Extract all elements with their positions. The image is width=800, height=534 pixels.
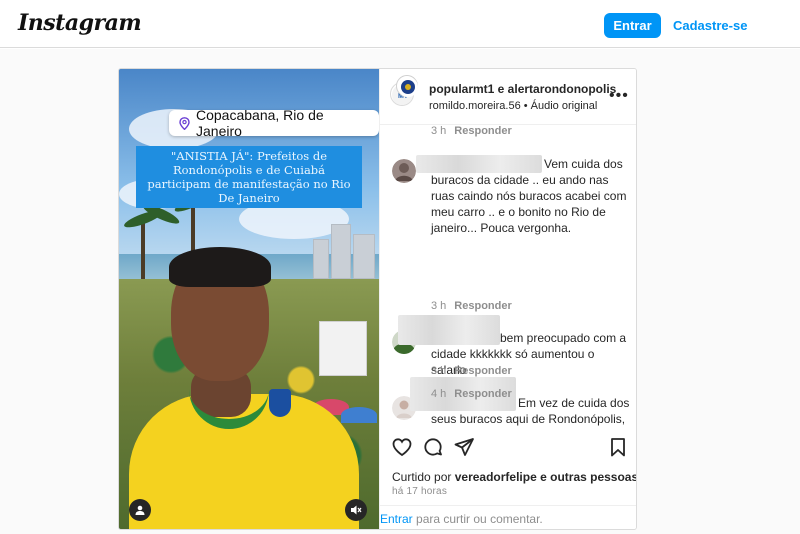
- comment-meta: 3 h Responder: [431, 300, 512, 312]
- shirt-crest: [269, 389, 291, 417]
- location-label: Copacabana, Rio de Janeiro: [196, 107, 324, 139]
- login-prompt-text: para curtir ou comentar.: [416, 512, 543, 526]
- blurred-username: [416, 155, 542, 173]
- comment-meta: 4 h Responder: [431, 388, 512, 400]
- top-navigation-bar: Instagram Entrar Cadastre-se: [0, 0, 800, 48]
- blurred-username: [398, 315, 500, 345]
- liked-user-link[interactable]: vereadorfelipe: [455, 470, 537, 484]
- video-buildings: [309, 219, 379, 279]
- reply-button[interactable]: Responder: [454, 125, 511, 137]
- comment-text-first-line: Em vez de cuida dos: [518, 396, 630, 410]
- post-sidebar: MT popularmt1 e alertarondonopolis romil…: [379, 69, 636, 529]
- post-actions: [380, 427, 636, 467]
- video-caption-banner: "ANISTIA JÁ": Prefeitos de Rondonópolis …: [136, 146, 362, 208]
- reply-button[interactable]: Responder: [454, 365, 511, 377]
- more-options-icon[interactable]: •••: [609, 87, 629, 105]
- post-video[interactable]: Copacabana, Rio de Janeiro "ANISTIA JÁ":…: [119, 69, 379, 529]
- building: [313, 239, 329, 279]
- comment-bubble-icon[interactable]: [422, 436, 444, 458]
- post-timestamp[interactable]: há 17 horas: [392, 486, 447, 497]
- save-bookmark-icon[interactable]: [607, 436, 629, 458]
- liked-prefix: Curtido por: [392, 470, 452, 484]
- location-pin-icon: [179, 116, 190, 130]
- like-heart-icon[interactable]: [391, 436, 413, 458]
- umbrella: [341, 407, 377, 423]
- comment-meta: 3 h Responder: [431, 365, 512, 377]
- building: [331, 224, 351, 279]
- post-accounts-title[interactable]: popularmt1 e alertarondonopolis: [429, 82, 616, 96]
- user-tag-icon[interactable]: [129, 499, 151, 521]
- post-header: MT popularmt1 e alertarondonopolis romil…: [380, 69, 636, 125]
- instagram-logo[interactable]: Instagram: [18, 10, 142, 36]
- login-button[interactable]: Entrar: [604, 13, 661, 38]
- post-subtitle[interactable]: romildo.moreira.56 • Áudio original: [429, 100, 597, 112]
- login-prompt: Entrar para curtir ou comentar.: [380, 505, 636, 529]
- video-tent: [319, 321, 367, 376]
- mute-icon[interactable]: [345, 499, 367, 521]
- reply-button[interactable]: Responder: [454, 388, 511, 400]
- liked-others-link[interactable]: e outras pessoas: [540, 470, 636, 484]
- comment-text: seus buracos aqui de Rondonópolis, esse …: [431, 412, 626, 426]
- comment-time: 3 h: [431, 365, 447, 377]
- collaborator-avatar[interactable]: [396, 75, 418, 97]
- comment-text: buracos da cidade .. eu ando nas ruas ca…: [431, 173, 627, 235]
- comment-text-first-line: bem preocupado com a: [500, 331, 627, 345]
- comment-text-first-line: Vem cuida dos: [544, 157, 623, 171]
- commenter-avatar[interactable]: [392, 159, 416, 183]
- signup-link[interactable]: Cadastre-se: [673, 13, 747, 38]
- comment-meta: 3 h Responder: [431, 125, 512, 137]
- comment-time: 3 h: [431, 300, 447, 312]
- building: [353, 234, 375, 279]
- palm-tree: [141, 219, 145, 284]
- liked-by-text: Curtido por vereadorfelipe e outras pess…: [392, 470, 636, 484]
- location-sticker: Copacabana, Rio de Janeiro: [169, 107, 379, 139]
- reply-button[interactable]: Responder: [454, 300, 511, 312]
- post-card: Copacabana, Rio de Janeiro "ANISTIA JÁ":…: [118, 68, 637, 530]
- login-link[interactable]: Entrar: [380, 512, 413, 526]
- comment-time: 3 h: [431, 125, 447, 137]
- video-person: [129, 247, 359, 529]
- person-hair: [169, 247, 271, 287]
- share-paper-plane-icon[interactable]: [453, 436, 475, 458]
- comments-list: 3 h Responder Vem cuida dos buracos da ci…: [380, 125, 636, 427]
- comment-time: 4 h: [431, 388, 447, 400]
